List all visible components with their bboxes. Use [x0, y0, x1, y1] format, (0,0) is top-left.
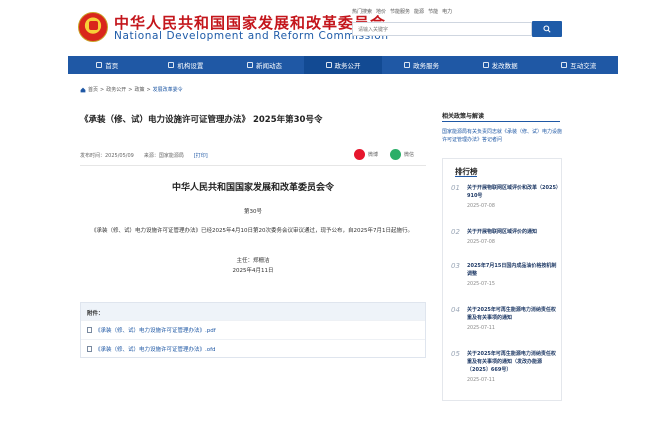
data-icon — [482, 62, 489, 68]
attachment-name: 《承装（修、试）电力设施许可证管理办法》.ofd — [95, 347, 216, 353]
document-sign-date: 2025年4月11日 — [232, 268, 274, 274]
document-signatory: 主任：郑栅洁 — [236, 258, 270, 264]
service-icon — [404, 62, 411, 68]
divider — [80, 165, 426, 166]
rank-title: 2025年7月15日国内成品油价格按机制调整 — [467, 263, 557, 277]
ranking-item[interactable]: 04 关于2025年可再生能源电力消纳责任权重及有关事项的通知 2025-07-1… — [451, 306, 559, 333]
related-underline — [442, 121, 560, 122]
rank-date: 2025-07-11 — [467, 378, 495, 383]
breadcrumb-link[interactable]: 政务公开 — [106, 86, 126, 93]
ranking-underline — [455, 176, 477, 177]
related-link[interactable]: 国家能源局有关负责同志就《承装（修、试）电力设施许可证管理办法》答记者问 — [442, 128, 562, 144]
ranking-item[interactable]: 03 2025年7月15日国内成品油价格按机制调整 2025-07-15 — [451, 262, 559, 289]
ranking-item[interactable]: 05 关于2025年可再生能源电力消纳责任权重及有关事项的通知（发改办能源〔20… — [451, 350, 559, 385]
rank-number: 03 — [451, 262, 460, 270]
rank-number: 05 — [451, 350, 460, 358]
rank-number: 04 — [451, 306, 460, 314]
nav-label: 新闻动态 — [255, 62, 282, 70]
nav-item-news[interactable]: 新闻动态 — [225, 56, 304, 74]
attachments-panel: 附件： 《承装（修、试）电力设施许可证管理办法》.pdf 《承装（修、试）电力设… — [80, 302, 426, 358]
breadcrumb-separator: > — [146, 86, 151, 93]
home-icon — [80, 87, 86, 92]
top-link[interactable]: 能源 — [414, 8, 424, 15]
document-issuer: 中华人民共和国国家发展和改革委员会令 — [171, 183, 334, 193]
nav-label: 首页 — [105, 62, 119, 70]
top-link[interactable]: 地价 — [376, 8, 386, 15]
site-subtitle: National Development and Reform Commissi… — [114, 30, 389, 42]
top-link[interactable]: 热门搜索 — [352, 8, 372, 15]
rank-title: 关于开展物联网区域评价的通知 — [467, 229, 538, 235]
gov-icon — [325, 62, 332, 68]
article-meta: 发布时间：2025/05/09 来源：国家能源局 [打印] — [80, 152, 208, 159]
breadcrumb-link[interactable]: 首页 — [88, 86, 98, 93]
search-icon — [543, 25, 551, 33]
related-heading: 相关政策与解读 — [442, 113, 485, 120]
attachment-link-ofd[interactable]: 《承装（修、试）电力设施许可证管理办法》.ofd — [81, 339, 425, 358]
share-weibo-button[interactable]: 微博 — [354, 149, 378, 160]
nav-item-org[interactable]: 机构设置 — [147, 56, 226, 74]
nav-label: 互动交流 — [570, 62, 597, 70]
rank-date: 2025-07-08 — [467, 240, 495, 245]
rank-title: 关于2025年可再生能源电力消纳责任权重及有关事项的通知 — [467, 307, 556, 321]
nav-label: 机构设置 — [177, 62, 204, 70]
rank-date: 2025-07-08 — [467, 204, 495, 209]
rank-date: 2025-07-11 — [467, 326, 495, 331]
article-source: 来源：国家能源局 — [143, 153, 184, 159]
top-link[interactable]: 节能服务 — [390, 8, 410, 15]
nav-item-chat[interactable]: 互动交流 — [539, 56, 618, 74]
rank-title: 关于2025年可再生能源电力消纳责任权重及有关事项的通知（发改办能源〔2025〕… — [467, 351, 556, 373]
nav-item-service[interactable]: 政务服务 — [382, 56, 461, 74]
ranking-item[interactable]: 02 关于开展物联网区域评价的通知 2025-07-08 — [451, 228, 559, 247]
rank-date: 2025-07-15 — [467, 282, 495, 287]
share-weibo-label: 微博 — [368, 152, 379, 158]
nav-item-data[interactable]: 发改数据 — [461, 56, 540, 74]
main-nav: 首页 机构设置 新闻动态 政务公开 政务服务 发改数据 互动交流 — [68, 56, 618, 74]
attachment-link-pdf[interactable]: 《承装（修、试）电力设施许可证管理办法》.pdf — [81, 320, 425, 339]
top-link[interactable]: 节能 — [428, 8, 438, 15]
rank-number: 02 — [451, 228, 460, 236]
nav-label: 发改数据 — [491, 62, 518, 70]
wechat-icon — [390, 149, 401, 160]
search-input[interactable]: 请输入关键字 — [352, 22, 532, 36]
attachments-heading: 附件： — [81, 303, 425, 320]
attachment-name: 《承装（修、试）电力设施许可证管理办法》.pdf — [95, 328, 216, 334]
nav-item-gov[interactable]: 政务公开 — [303, 56, 383, 74]
page-title: 《承装（修、试）电力设施许可证管理办法》 2025年第30号令 — [80, 115, 323, 125]
print-link[interactable]: [打印] — [194, 152, 208, 159]
share-wechat-label: 微信 — [404, 152, 415, 158]
top-link[interactable]: 电力 — [442, 8, 452, 15]
publish-date: 发布时间：2025/05/09 — [80, 153, 134, 159]
chat-icon — [561, 62, 568, 68]
file-icon — [87, 327, 92, 333]
breadcrumb: 首页 > 政务公开 > 政策 > 发展改革委令 — [80, 86, 183, 93]
breadcrumb-separator: > — [128, 86, 133, 93]
document-number: 第30号 — [244, 209, 262, 215]
home-icon — [96, 62, 103, 68]
weibo-icon — [354, 149, 365, 160]
national-emblem-icon — [78, 12, 108, 42]
breadcrumb-current[interactable]: 发展改革委令 — [153, 86, 183, 93]
building-icon — [168, 62, 175, 68]
nav-label: 政务服务 — [413, 62, 440, 70]
rank-number: 01 — [451, 184, 460, 192]
rank-title: 关于开展物联网区域评价和改革（2025）910号 — [467, 185, 559, 199]
search-button[interactable] — [532, 21, 562, 37]
news-icon — [246, 62, 253, 68]
share-wechat-button[interactable]: 微信 — [390, 149, 414, 160]
ranking-item[interactable]: 01 关于开展物联网区域评价和改革（2025）910号 2025-07-08 — [451, 184, 559, 211]
file-icon — [87, 346, 92, 352]
document-body: 《承装（修、试）电力设施许可证管理办法》已经2025年4月10日第20次委务会议… — [91, 228, 413, 234]
nav-label: 政务公开 — [334, 62, 361, 70]
breadcrumb-link[interactable]: 政策 — [134, 86, 144, 93]
breadcrumb-separator: > — [100, 86, 105, 93]
nav-item-home[interactable]: 首页 — [68, 56, 147, 74]
top-links: 热门搜索 地价 节能服务 能源 节能 电力 — [352, 8, 452, 15]
